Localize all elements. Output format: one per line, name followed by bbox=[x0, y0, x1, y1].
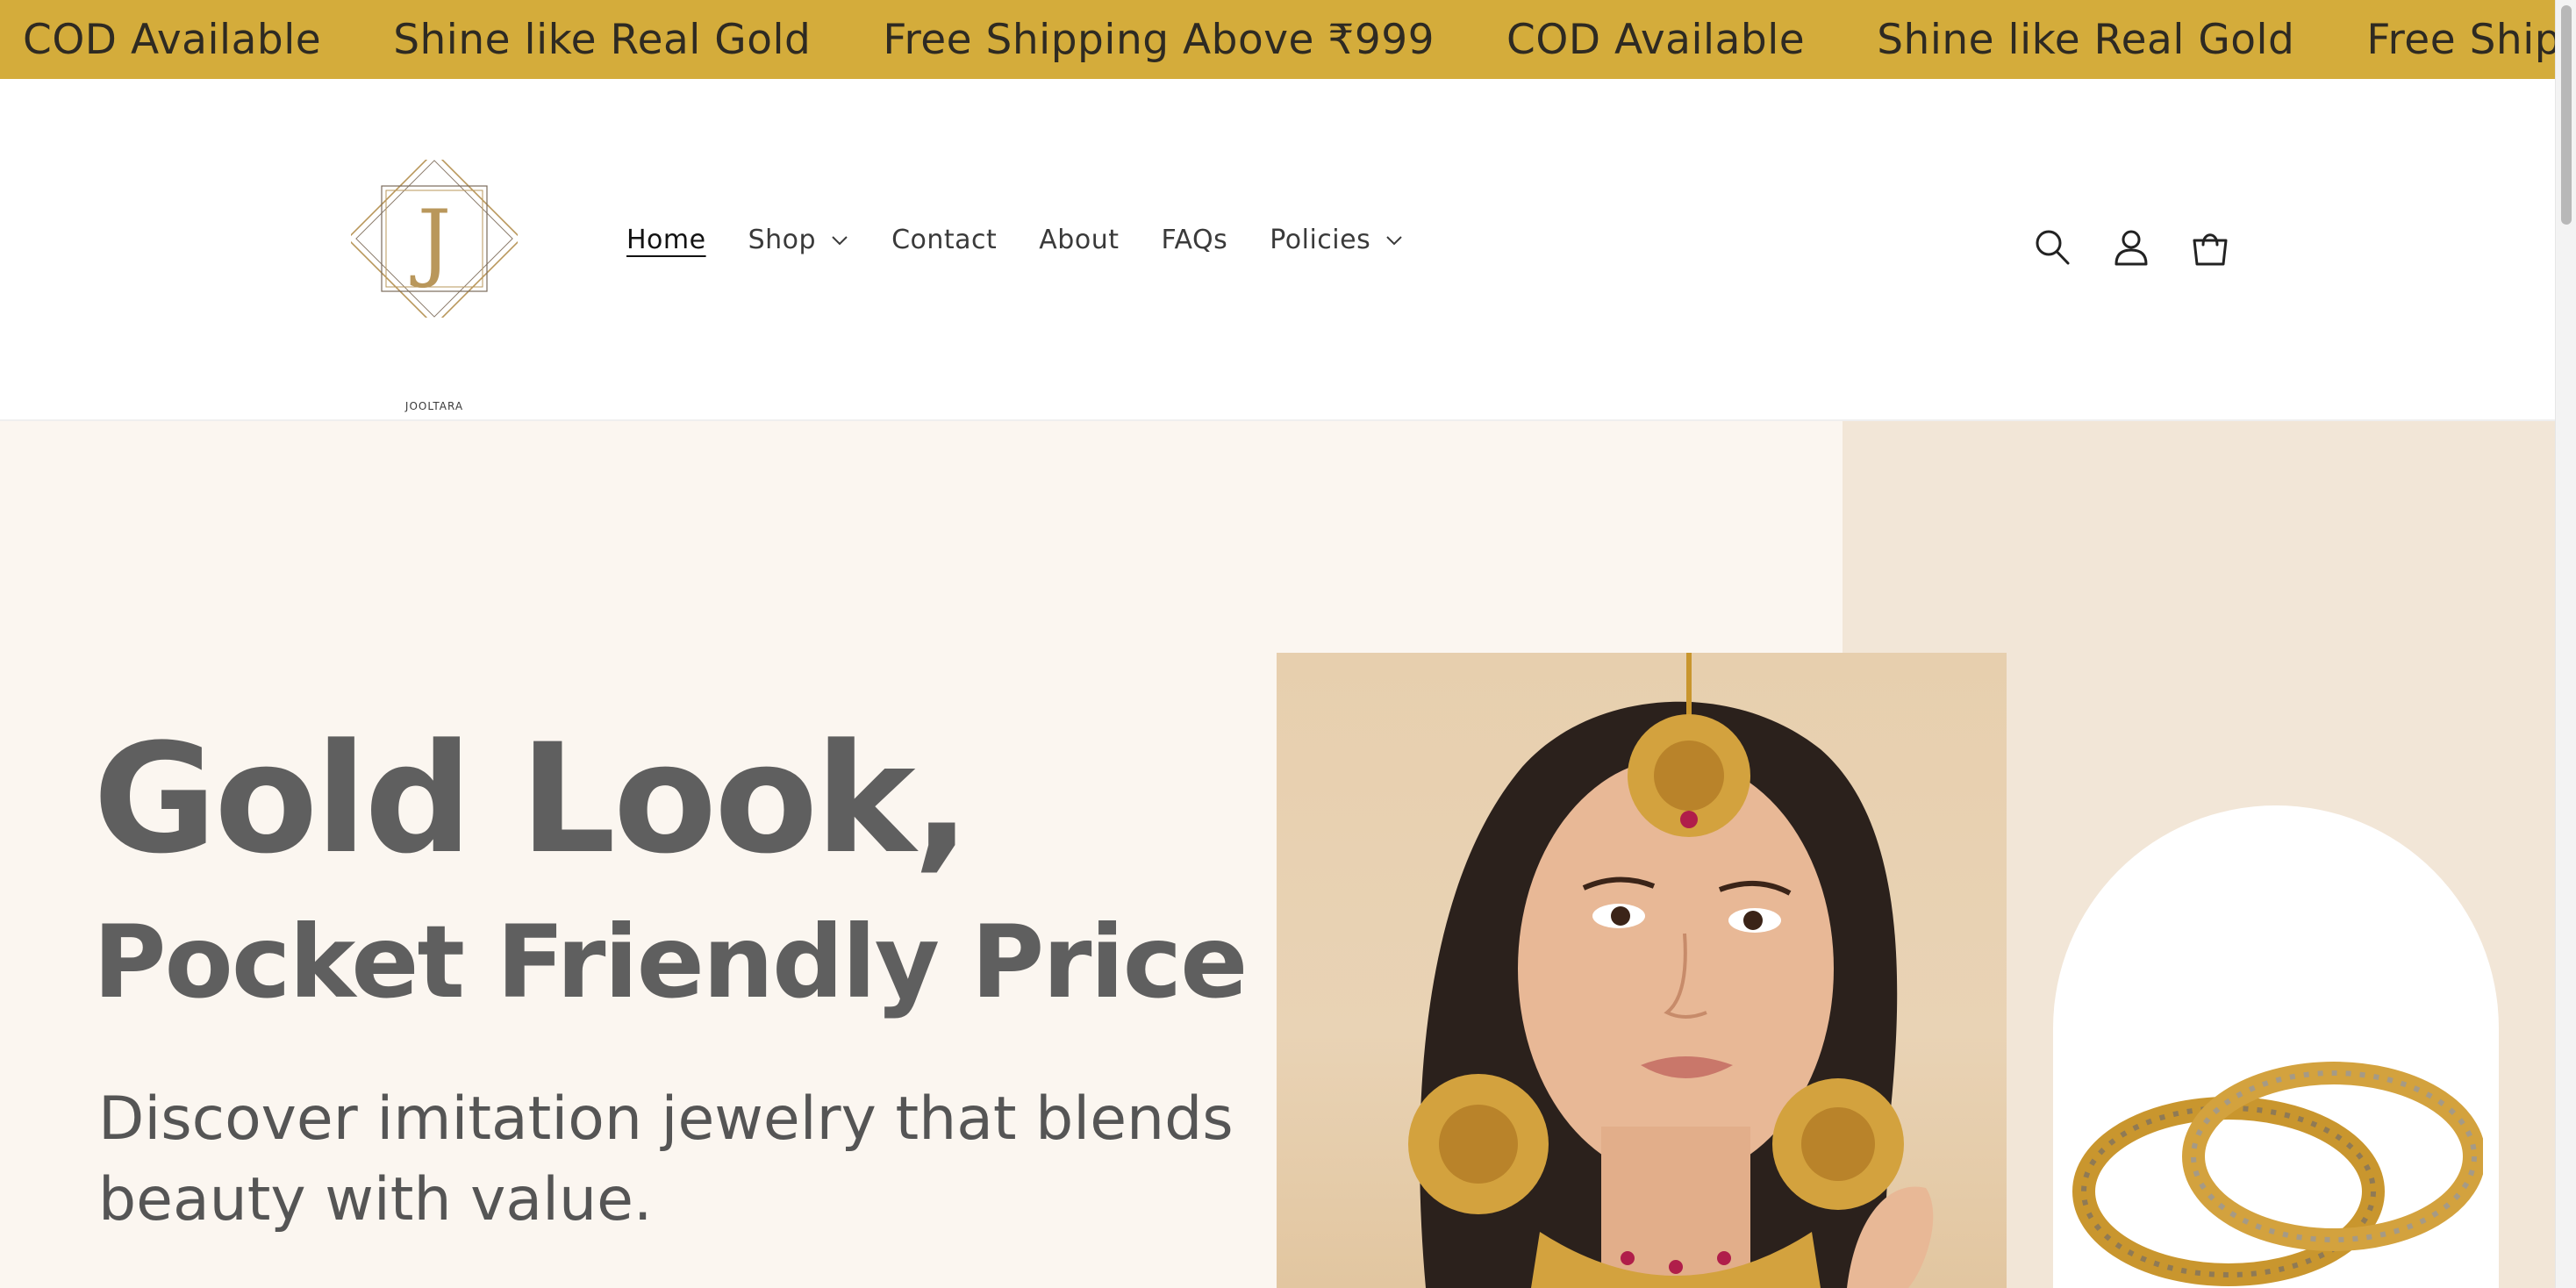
scrollbar-thumb[interactable] bbox=[2561, 5, 2572, 225]
logo-mark: J bbox=[351, 160, 518, 318]
model-photo bbox=[1277, 653, 2007, 1288]
main-nav: Home Shop Contact About FAQs Policies bbox=[626, 225, 1446, 255]
announcement-item: Free Shipping Above ₹999 bbox=[883, 15, 1435, 64]
announcement-track: COD Available Shine like Real Gold Free … bbox=[23, 0, 2555, 79]
nav-shop[interactable]: Shop bbox=[748, 225, 849, 255]
page-scrollbar[interactable] bbox=[2555, 0, 2576, 1288]
nav-policies-label: Policies bbox=[1270, 225, 1371, 255]
announcement-item: Shine like Real Gold bbox=[393, 15, 812, 64]
search-icon bbox=[2036, 230, 2070, 265]
account-icon bbox=[2114, 230, 2148, 266]
announcement-item: COD Available bbox=[1506, 15, 1806, 64]
hero-title: Gold Look, bbox=[93, 711, 970, 887]
nav-contact-label: Contact bbox=[891, 225, 998, 255]
site-header: J JOOLTARA Home Shop Contact About FAQs … bbox=[0, 79, 2555, 421]
chevron-down-icon bbox=[830, 234, 849, 247]
nav-contact[interactable]: Contact bbox=[891, 225, 997, 255]
hero-subtitle: Pocket Friendly Price bbox=[93, 904, 1248, 1020]
announcement-item: Free Shipping Above ₹999 bbox=[2366, 15, 2555, 64]
cart-button[interactable] bbox=[2192, 226, 2229, 268]
svg-text:J: J bbox=[410, 192, 451, 290]
chevron-down-icon bbox=[1385, 234, 1404, 247]
model-illustration bbox=[1408, 653, 1934, 1288]
nav-shop-label: Shop bbox=[748, 225, 817, 255]
nav-policies[interactable]: Policies bbox=[1270, 225, 1404, 255]
cart-icon bbox=[2193, 233, 2228, 266]
nav-about[interactable]: About bbox=[1039, 225, 1119, 255]
bangles-illustration bbox=[2072, 1062, 2483, 1286]
nav-faqs-label: FAQs bbox=[1161, 225, 1228, 255]
announcement-bar: COD Available Shine like Real Gold Free … bbox=[0, 0, 2555, 79]
brand-logo[interactable]: J JOOLTARA bbox=[351, 160, 518, 412]
announcement-item: Shine like Real Gold bbox=[1877, 15, 2295, 64]
hero-banner: Gold Look, Pocket Friendly Price Discove… bbox=[0, 421, 2555, 1288]
announcement-item: COD Available bbox=[23, 15, 322, 64]
account-button[interactable] bbox=[2113, 226, 2150, 268]
nav-faqs[interactable]: FAQs bbox=[1161, 225, 1227, 255]
nav-home[interactable]: Home bbox=[626, 225, 706, 255]
nav-home-label: Home bbox=[626, 225, 706, 255]
header-actions bbox=[2034, 226, 2229, 268]
nav-about-label: About bbox=[1039, 225, 1120, 255]
hero-description: Discover imitation jewelry that blends b… bbox=[98, 1084, 1234, 1234]
search-button[interactable] bbox=[2034, 226, 2071, 268]
bangle-product-card bbox=[2053, 805, 2499, 1288]
logo-wordmark: JOOLTARA bbox=[404, 400, 464, 412]
